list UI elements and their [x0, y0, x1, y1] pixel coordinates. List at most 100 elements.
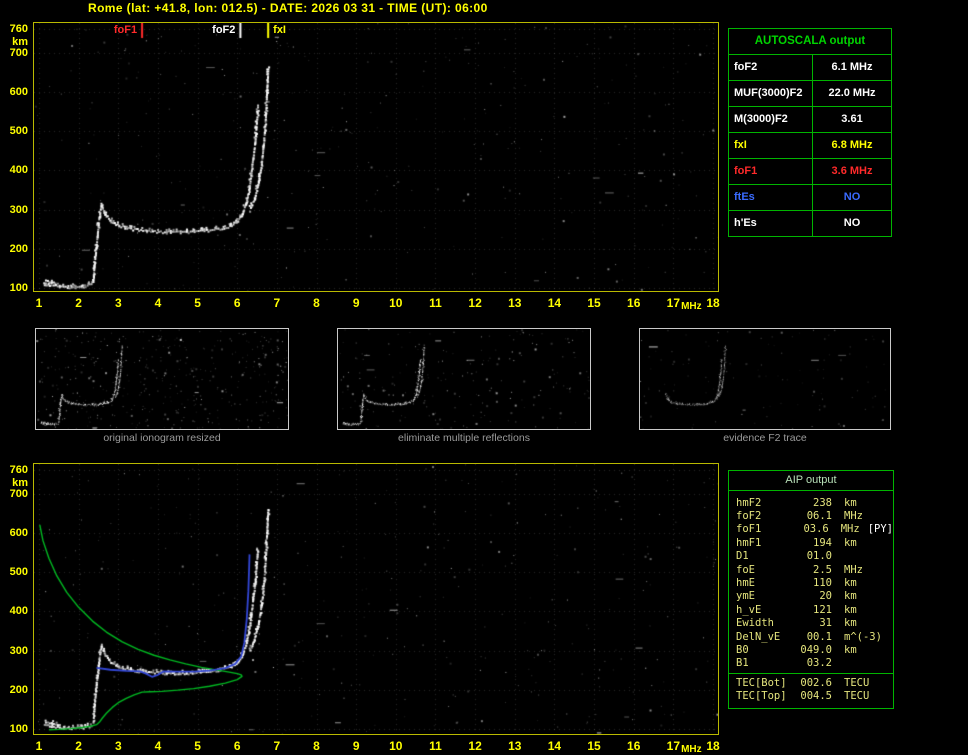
- x-axis-tick: 12: [464, 296, 486, 310]
- aip-table-body: hmF2238kmfoF206.1MHzfoF103.6MHz[PY]hmF11…: [729, 491, 893, 703]
- aip-param-name: TEC[Bot]: [736, 677, 796, 689]
- y-axis-tick: 200: [2, 243, 28, 255]
- x-axis-tick: 16: [623, 296, 645, 310]
- thumbnail-original-canvas: [36, 329, 288, 429]
- aip-param-value: 00.1: [796, 631, 832, 643]
- aip-param-extra: [PY]: [868, 523, 893, 535]
- caption-f2-trace: evidence F2 trace: [639, 432, 891, 444]
- x-axis-tick: 1: [28, 739, 50, 753]
- aip-param-unit: km: [844, 577, 857, 589]
- aip-param-value: 004.5: [796, 690, 832, 702]
- y-axis-tick: 500: [2, 125, 28, 137]
- thumbnail-multiple-reflections: [337, 328, 591, 430]
- aip-row: B0049.0km: [736, 643, 893, 656]
- autoscala-row: fxI6.8 MHz: [729, 132, 891, 158]
- aip-output-panel: AIP output hmF2238kmfoF206.1MHzfoF103.6M…: [728, 470, 894, 709]
- aip-row: ymE20km: [736, 590, 893, 603]
- y-axis-tick: 700: [2, 47, 28, 59]
- aip-param-name: D1: [736, 550, 796, 562]
- aip-panel-title: AIP output: [729, 471, 893, 491]
- autoscala-param-label: h'Es: [729, 211, 813, 236]
- x-axis-tick: 2: [68, 296, 90, 310]
- aip-param-value: 049.0: [796, 644, 832, 656]
- aip-row: foF103.6MHz[PY]: [736, 523, 893, 536]
- autoscala-param-value: 22.0 MHz: [813, 81, 891, 106]
- y-axis-tick: 760: [2, 464, 28, 476]
- aip-param-value: 06.1: [796, 510, 832, 522]
- y-axis-tick: 600: [2, 527, 28, 539]
- autoscala-row: foF13.6 MHz: [729, 158, 891, 184]
- thumbnail-reflections-canvas: [338, 329, 590, 429]
- autoscala-param-label: fxI: [729, 133, 813, 158]
- aip-param-unit: km: [844, 497, 857, 509]
- autoscala-row: MUF(3000)F222.0 MHz: [729, 80, 891, 106]
- aip-param-value: 110: [796, 577, 832, 589]
- aip-row: foF206.1 MHz: [736, 509, 893, 522]
- aip-param-name: Ewidth: [736, 617, 796, 629]
- mhz-unit-label: MHz: [681, 301, 702, 312]
- thumbnail-f2-trace: [639, 328, 891, 430]
- x-axis-tick: 18: [702, 739, 724, 753]
- y-axis-tick: 200: [2, 684, 28, 696]
- caption-multiple-reflections: eliminate multiple reflections: [337, 432, 591, 444]
- aip-row: D101.0: [736, 550, 893, 563]
- y-axis-tick: 400: [2, 164, 28, 176]
- x-axis-tick: 9: [345, 296, 367, 310]
- y-axis-tick: 300: [2, 204, 28, 216]
- x-axis-tick: 15: [583, 739, 605, 753]
- x-axis-tick: 8: [306, 296, 328, 310]
- aip-param-value: 2.5: [796, 564, 832, 576]
- aip-param-name: DelN_vE: [736, 631, 796, 643]
- x-axis-tick: 16: [623, 739, 645, 753]
- aip-param-name: hmF1: [736, 537, 796, 549]
- aip-param-value: 002.6: [796, 677, 832, 689]
- y-axis-tick: 400: [2, 605, 28, 617]
- aip-param-value: 31: [796, 617, 832, 629]
- aip-param-unit: km: [844, 590, 857, 602]
- autoscala-param-value: 6.1 MHz: [813, 55, 891, 80]
- aip-param-name: TEC[Top]: [736, 690, 796, 702]
- x-axis-tick: 3: [107, 739, 129, 753]
- aip-param-unit: TECU: [844, 690, 869, 702]
- aip-param-name: foF2: [736, 510, 796, 522]
- x-axis-tick: 10: [385, 296, 407, 310]
- x-axis-tick: 6: [226, 739, 248, 753]
- marker-label-fof1: foF1: [114, 24, 137, 36]
- aip-param-value: 03.6: [794, 523, 829, 535]
- autoscala-panel-title: AUTOSCALA output: [729, 29, 891, 54]
- aip-row: DelN_vE00.1m^(-3): [736, 630, 893, 643]
- km-unit-label: km: [2, 36, 28, 48]
- x-axis-tick: 7: [266, 739, 288, 753]
- autoscala-param-value: 3.6 MHz: [813, 159, 891, 184]
- aip-row: TEC[Bot]002.6 TECU: [736, 676, 893, 689]
- aip-param-value: 121: [796, 604, 832, 616]
- x-axis-tick: 3: [107, 296, 129, 310]
- y-axis-tick: 100: [2, 282, 28, 294]
- aip-row: Ewidth31km: [736, 617, 893, 630]
- x-axis-tick: 10: [385, 739, 407, 753]
- y-axis-tick: 600: [2, 86, 28, 98]
- autoscala-param-value: 6.8 MHz: [813, 133, 891, 158]
- autoscala-param-label: foF1: [729, 159, 813, 184]
- autoscala-table-body: foF26.1 MHzMUF(3000)F222.0 MHzM(3000)F23…: [729, 54, 891, 236]
- km-unit-label: km: [2, 477, 28, 489]
- thumbnail-original-ionogram: [35, 328, 289, 430]
- y-axis-tick: 300: [2, 645, 28, 657]
- autoscala-param-value: 3.61: [813, 107, 891, 132]
- ionogram-canvas-top: [34, 23, 718, 291]
- x-axis-tick: 8: [306, 739, 328, 753]
- autoscala-row: M(3000)F23.61: [729, 106, 891, 132]
- x-axis-tick: 14: [543, 296, 565, 310]
- x-axis-tick: 13: [504, 296, 526, 310]
- aip-param-unit: km: [844, 537, 857, 549]
- autoscala-app-window: Rome (lat: +41.8, lon: 012.5) - DATE: 20…: [0, 0, 968, 755]
- x-axis-tick: 6: [226, 296, 248, 310]
- aip-param-name: ymE: [736, 590, 796, 602]
- x-axis-tick: 15: [583, 296, 605, 310]
- aip-param-unit: MHz: [844, 510, 863, 522]
- aip-param-unit: TECU: [844, 677, 869, 689]
- aip-row: hmE110km: [736, 576, 893, 589]
- mhz-unit-label: MHz: [681, 744, 702, 755]
- aip-param-name: hmF2: [736, 497, 796, 509]
- marker-label-fxi: fxI: [273, 24, 286, 36]
